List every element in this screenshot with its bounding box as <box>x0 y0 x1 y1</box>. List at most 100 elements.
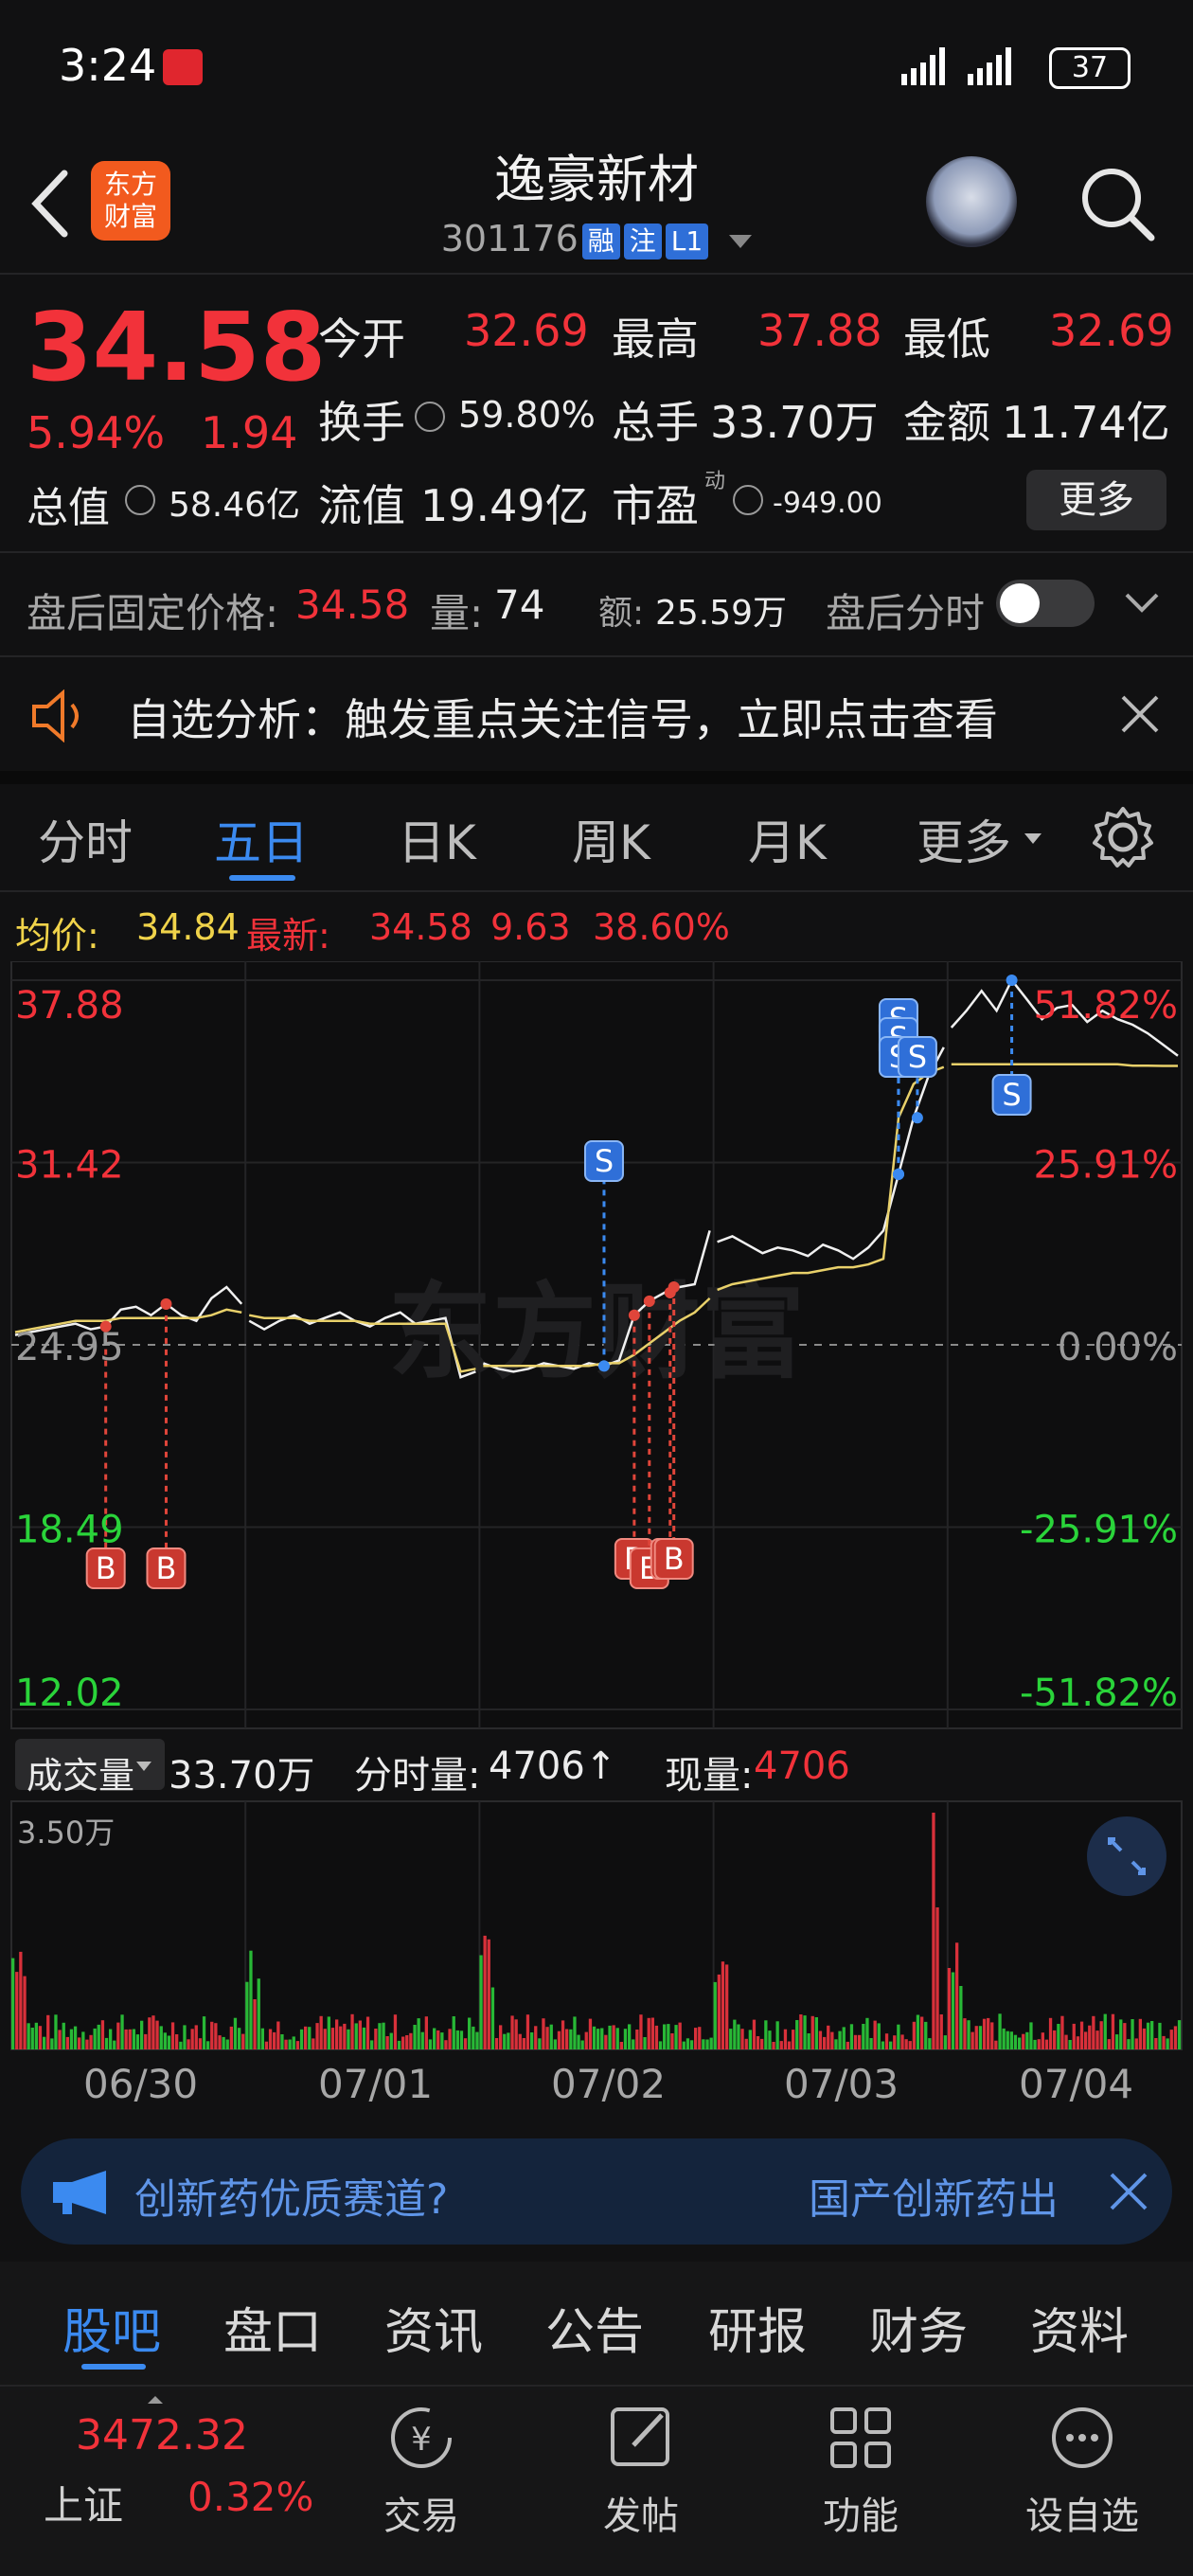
trade-button[interactable]: ¥ 交易 <box>360 2400 483 2540</box>
volume-bar <box>78 2037 81 2049</box>
volume-bar <box>596 2029 600 2049</box>
info-icon[interactable] <box>733 485 763 515</box>
info-icon[interactable] <box>125 485 155 515</box>
volume-bar <box>503 2033 507 2049</box>
tab-more[interactable]: 更多 <box>917 805 1011 873</box>
active-tab-indicator <box>81 2364 146 2370</box>
after-hours-toggle[interactable] <box>996 580 1095 627</box>
volume-bar <box>1009 2031 1013 2049</box>
open-label: 今开 <box>318 313 405 365</box>
after-hours-vol: 74 <box>494 581 545 628</box>
turnover-label: 换手 <box>318 397 405 448</box>
volume-chart[interactable] <box>0 1799 1193 2051</box>
tab-weekly-k[interactable]: 周K <box>572 805 650 873</box>
promo-banner[interactable]: 创新药优质赛道? 国产创新药出 <box>21 2138 1172 2245</box>
volume-bar <box>619 2042 623 2049</box>
volume-bar <box>34 2022 38 2049</box>
close-icon[interactable] <box>1119 693 1161 735</box>
info-icon[interactable] <box>415 402 445 432</box>
volume-info-row: 成交量 33.70万 分时量: 4706↑ 现量: 4706 <box>0 1733 1193 1799</box>
tab-announcements[interactable]: 公告 <box>545 2292 644 2363</box>
volume-bar <box>709 2037 713 2049</box>
volume-bar <box>849 2024 854 2049</box>
add-watchlist-button[interactable]: 设自选 <box>1011 2400 1153 2540</box>
analysis-banner[interactable]: 自选分析：触发重点关注信号，立即点击查看 <box>0 657 1193 771</box>
volume-bar <box>530 2032 534 2049</box>
volume-bar <box>827 2025 830 2049</box>
chart-tabs: 分时 五日 日K 周K 月K 更多 <box>0 784 1193 890</box>
margin-tag: 融 <box>581 223 620 259</box>
volume-bar <box>787 2041 792 2049</box>
search-icon[interactable] <box>1077 164 1157 243</box>
mcap-value: 58.46亿 <box>169 486 301 525</box>
tab-forum[interactable]: 股吧 <box>62 2292 161 2363</box>
robot-assistant-icon[interactable] <box>926 156 1017 247</box>
y-axis-label-left: 31.42 <box>15 1144 124 1188</box>
dropdown-icon[interactable] <box>729 234 753 248</box>
volume-bar <box>916 2014 920 2049</box>
volume-bar <box>744 2038 748 2049</box>
volume-bar <box>288 2039 292 2049</box>
tab-monthly-k[interactable]: 月K <box>748 805 827 873</box>
volume-bar <box>1002 2028 1006 2049</box>
volume-bar <box>862 2024 865 2049</box>
volume-bar <box>604 2034 608 2049</box>
volume-bar <box>689 2040 694 2049</box>
tab-five-day[interactable]: 五日 <box>214 805 309 873</box>
volume-bar <box>308 2027 312 2049</box>
volume-bar <box>81 2031 85 2049</box>
tab-daily-k[interactable]: 日K <box>398 805 476 873</box>
trade-icon: ¥ <box>391 2407 452 2468</box>
date-axis: 06/30 07/01 07/02 07/03 07/04 <box>0 2055 1193 2121</box>
volume-bar <box>483 1935 487 2049</box>
volume-bar <box>155 2020 159 2049</box>
volume-bar <box>73 2026 78 2049</box>
tab-research[interactable]: 研报 <box>708 2292 807 2363</box>
indicator-selector-label: 成交量 <box>27 1755 135 1797</box>
five-day-price-chart[interactable]: 东方财富 BBBBBBSSSSSS 37.8851.82%31.4225.91%… <box>0 961 1193 1733</box>
chevron-down-icon[interactable] <box>1123 591 1161 616</box>
volume-bar <box>752 2019 757 2049</box>
open-value: 32.69 <box>464 305 589 356</box>
latest-change: 9.63 <box>490 906 571 948</box>
volume-bar <box>694 2028 698 2049</box>
volume-bar <box>865 2017 869 2049</box>
post-button[interactable]: 发帖 <box>579 2400 703 2540</box>
volume-bar <box>479 1955 483 2049</box>
y-axis-label-right: -25.91% <box>1020 1509 1178 1552</box>
indicator-selector[interactable]: 成交量 <box>15 1739 165 1797</box>
volume-bar <box>525 2014 530 2049</box>
gear-icon[interactable] <box>1091 805 1155 869</box>
more-button[interactable]: 更多 <box>1026 470 1166 530</box>
expand-button[interactable] <box>1087 1816 1166 1896</box>
volume-bar <box>670 2033 674 2049</box>
tab-order-book[interactable]: 盘口 <box>223 2292 322 2363</box>
after-hours-row: 盘后固定价格: 34.58 量: 74 额: 25.59万 盘后分时 <box>0 553 1193 657</box>
volume-bar <box>737 2024 740 2049</box>
functions-button[interactable]: 功能 <box>799 2400 922 2540</box>
volume-bar <box>459 2030 464 2049</box>
tab-profile[interactable]: 资料 <box>1030 2292 1129 2363</box>
volume-bar <box>545 2027 549 2049</box>
tab-financials[interactable]: 财务 <box>869 2292 968 2363</box>
index-ticker[interactable]: 3472.32 上证 0.32% <box>0 2387 313 2576</box>
volume-bar <box>354 2023 358 2049</box>
volume-bar <box>214 2023 218 2049</box>
promo-link[interactable]: 国产创新药出 <box>809 2165 1093 2226</box>
tab-news[interactable]: 资讯 <box>384 2292 483 2363</box>
volume-bar <box>1177 2020 1182 2049</box>
mcap-label: 总值 <box>27 484 110 532</box>
volume-bar <box>569 2029 573 2049</box>
float-label: 流值 <box>318 480 405 531</box>
volume-bar <box>935 1907 939 2049</box>
volume-bar <box>943 2035 947 2049</box>
volume-bar <box>374 2029 378 2049</box>
back-icon[interactable] <box>27 166 74 242</box>
date-label: 07/03 <box>784 2061 899 2107</box>
close-icon[interactable] <box>1108 2171 1149 2212</box>
volume-bar <box>580 2040 584 2049</box>
tab-intraday[interactable]: 分时 <box>38 805 133 873</box>
volume-ymax: 3.50万 <box>17 1815 116 1851</box>
functions-label: 功能 <box>823 2495 899 2538</box>
volume-bar <box>987 2017 990 2049</box>
